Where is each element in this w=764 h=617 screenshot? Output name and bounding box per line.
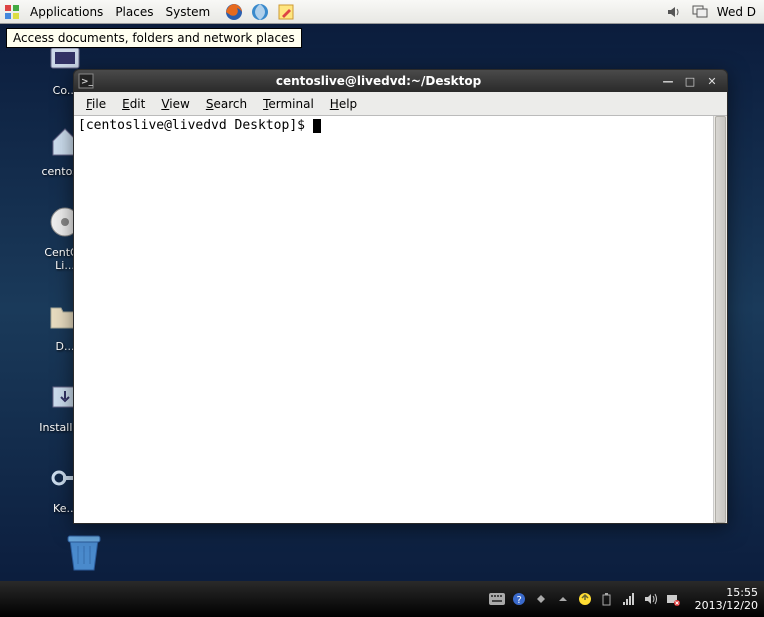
launcher-icons [224,2,296,22]
menu-view[interactable]: View [153,95,197,113]
update-icon[interactable] [577,591,593,607]
menu-system[interactable]: System [159,3,216,21]
svg-text:?: ? [516,595,521,606]
editor-icon[interactable] [276,2,296,22]
clock-time: 15:55 [695,586,758,599]
browser-icon[interactable] [250,2,270,22]
window-title: centoslive@livedvd:~/Desktop [98,74,659,88]
bottom-panel: ? 15:55 2013/12/20 [0,581,764,617]
volume-icon[interactable] [665,3,683,21]
menubar: File Edit View Search Terminal Help [74,92,727,116]
top-clock[interactable]: Wed D [717,5,760,19]
terminal-body: [centoslive@livedvd Desktop]$ [74,116,727,523]
applications-icon [4,4,20,20]
network-blocked-icon[interactable] [665,591,681,607]
arrow-up-icon[interactable] [555,591,571,607]
window-controls: — □ ✕ [659,73,727,89]
places-tooltip: Access documents, folders and network pl… [6,28,302,48]
maximize-button[interactable]: □ [681,73,699,89]
volume-tray-icon[interactable] [643,591,659,607]
menu-help[interactable]: Help [322,95,365,113]
terminal-prompt: [centoslive@livedvd Desktop]$ [78,118,313,133]
menu-edit[interactable]: Edit [114,95,153,113]
terminal-icon: >_ [78,73,94,89]
scrollbar-thumb[interactable] [715,116,726,523]
firefox-icon[interactable] [224,2,244,22]
system-tray: ? 15:55 2013/12/20 [489,586,758,612]
menu-terminal[interactable]: Terminal [255,95,322,113]
menu-applications[interactable]: Applications [24,3,109,21]
signal-icon[interactable] [621,591,637,607]
top-panel: Applications Places System Wed D [0,0,764,24]
top-right-tray: Wed D [665,3,760,21]
terminal-cursor [313,119,321,133]
bottom-clock[interactable]: 15:55 2013/12/20 [687,586,758,612]
trash-icon[interactable] [60,530,108,577]
terminal-window: >_ centoslive@livedvd:~/Desktop — □ ✕ Fi… [73,69,728,524]
menu-search[interactable]: Search [198,95,255,113]
close-button[interactable]: ✕ [703,73,721,89]
menu-file[interactable]: File [78,95,114,113]
titlebar[interactable]: >_ centoslive@livedvd:~/Desktop — □ ✕ [74,70,727,92]
keyboard-icon[interactable] [489,591,505,607]
terminal-content[interactable]: [centoslive@livedvd Desktop]$ [74,116,713,523]
svg-text:>_: >_ [81,77,94,87]
minimize-button[interactable]: — [659,73,677,89]
scrollbar[interactable] [713,116,727,523]
battery-icon[interactable] [599,591,615,607]
help-icon[interactable]: ? [511,591,527,607]
menu-places[interactable]: Places [109,3,159,21]
clock-date: 2013/12/20 [695,599,758,612]
display-icon[interactable] [691,3,709,21]
indicator-icon[interactable] [533,591,549,607]
